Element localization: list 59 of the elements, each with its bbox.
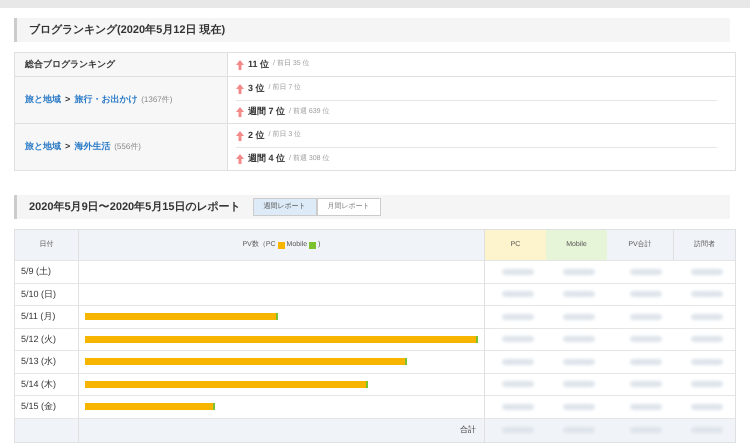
blurred-value — [563, 314, 595, 320]
up-arrow-icon — [236, 154, 244, 164]
category-link[interactable]: 旅と地域 — [25, 93, 61, 107]
date-cell: 5/14 (木) — [21, 378, 56, 391]
mobile-legend-swatch — [309, 242, 316, 248]
rank-value: 3 位 — [248, 82, 265, 95]
separator: > — [65, 140, 70, 154]
blurred-value — [563, 404, 595, 410]
blurred-value — [630, 404, 662, 410]
entry-count: (1367件) — [141, 94, 172, 106]
blurred-value — [691, 404, 723, 410]
blurred-value — [691, 291, 723, 298]
blurred-value — [502, 291, 534, 298]
blurred-value — [563, 381, 595, 388]
separator: > — [65, 93, 70, 106]
blurred-value — [630, 381, 662, 388]
category-link[interactable]: 旅行・お出かけ — [74, 93, 138, 107]
rank-value: 2 位 — [248, 128, 265, 142]
blurred-value — [563, 336, 595, 342]
blurred-value — [502, 358, 534, 365]
category-link[interactable]: 旅と地域 — [25, 140, 61, 154]
blurred-value — [630, 314, 662, 320]
blurred-value — [502, 404, 534, 410]
section-title: ブログランキング(2020年5月12日 現在) — [29, 22, 226, 38]
up-arrow-icon — [236, 130, 244, 140]
blurred-value — [502, 381, 534, 388]
blurred-value — [630, 358, 662, 365]
rank-value: 週間 4 位 — [248, 152, 286, 166]
pc-legend-swatch — [278, 242, 285, 248]
blurred-value — [630, 336, 662, 342]
entry-count: (556件) — [114, 141, 141, 153]
date-cell-text: 5/13 (水) — [21, 355, 56, 368]
up-arrow-icon — [236, 60, 244, 70]
blurred-value — [502, 314, 534, 320]
date-cell-text: 5/9 (土) — [21, 265, 52, 278]
up-arrow-icon — [236, 84, 244, 94]
blurred-value — [563, 358, 595, 365]
blurred-value — [563, 268, 595, 275]
date-cell-text: 5/15 (金) — [21, 400, 56, 413]
total-label: 合計 — [460, 424, 476, 436]
blurred-value — [691, 358, 723, 365]
date-cell-text: 5/11 (月) — [21, 310, 56, 323]
blurred-value — [691, 314, 723, 320]
section-title: 2020年5月9日〜2020年5月15日のレポート — [29, 200, 241, 215]
rank-value: 11 位 — [248, 58, 270, 71]
up-arrow-icon — [236, 107, 244, 117]
blurred-value — [563, 291, 595, 298]
blurred-value — [630, 291, 662, 298]
category-link[interactable]: 海外生活 — [74, 140, 110, 154]
date-cell: 5/10 (日) — [21, 288, 56, 301]
blurred-value — [691, 381, 723, 388]
blurred-value — [630, 268, 662, 275]
date-cell: 5/12 (火) — [21, 332, 56, 346]
blurred-value — [502, 268, 534, 275]
blurred-value — [502, 336, 534, 342]
category-label: 総合ブログランキング — [25, 58, 115, 71]
rank-value: 週間 7 位 — [248, 105, 286, 118]
blurred-value — [691, 336, 723, 342]
blurred-value — [691, 268, 723, 275]
